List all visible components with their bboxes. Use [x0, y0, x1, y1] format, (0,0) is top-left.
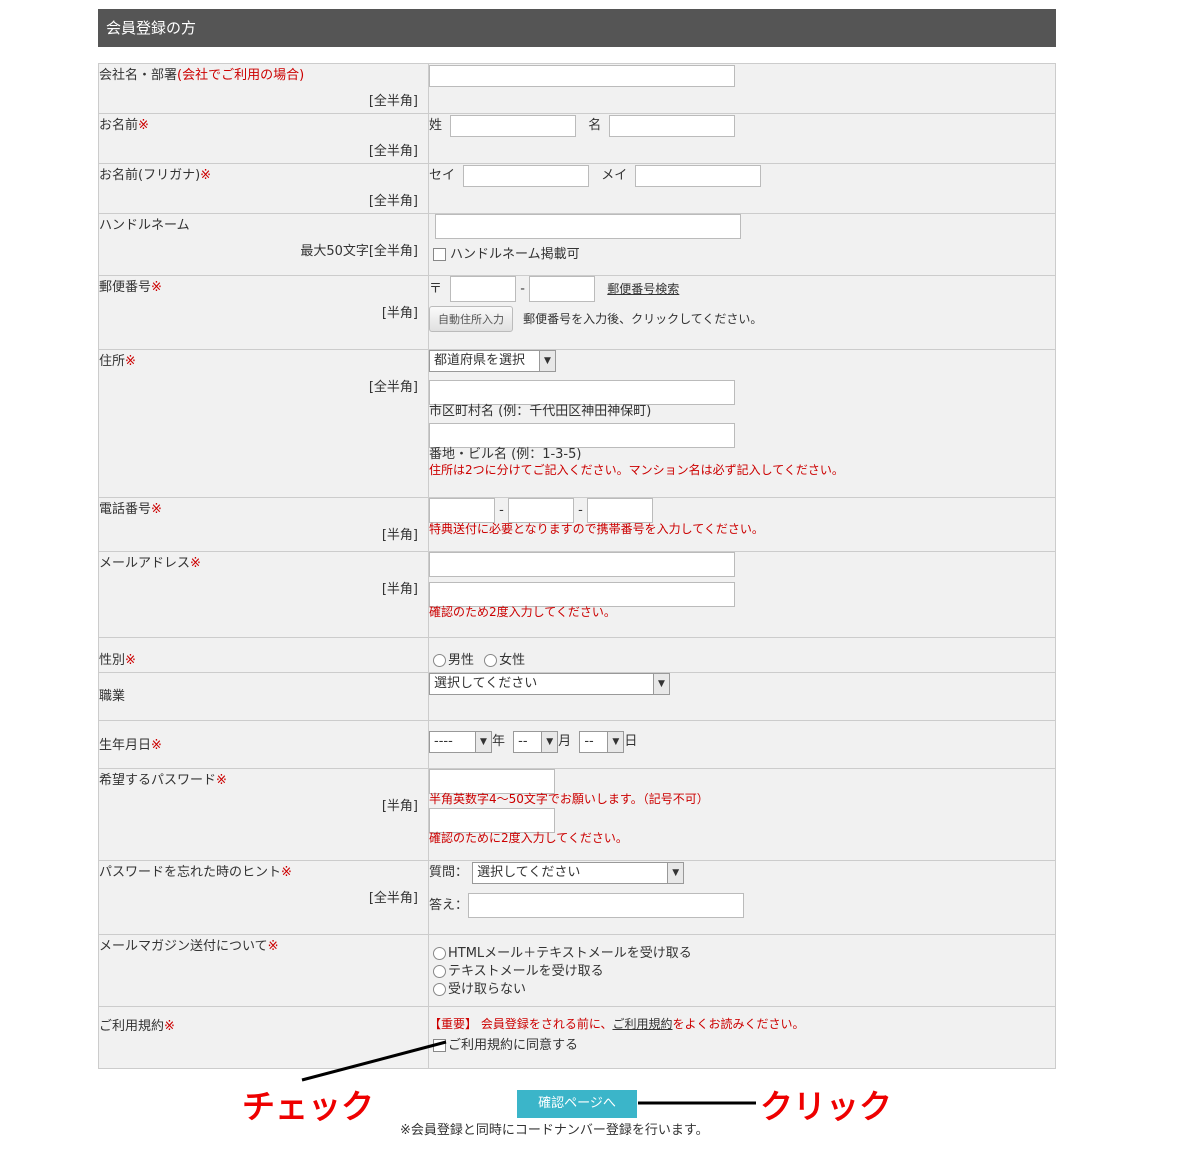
check-annotation: チェック	[242, 1087, 374, 1126]
annotation-lines	[301, 1040, 756, 1105]
click-annotation: クリック	[760, 1087, 892, 1126]
check-pointer-line	[301, 1040, 447, 1082]
